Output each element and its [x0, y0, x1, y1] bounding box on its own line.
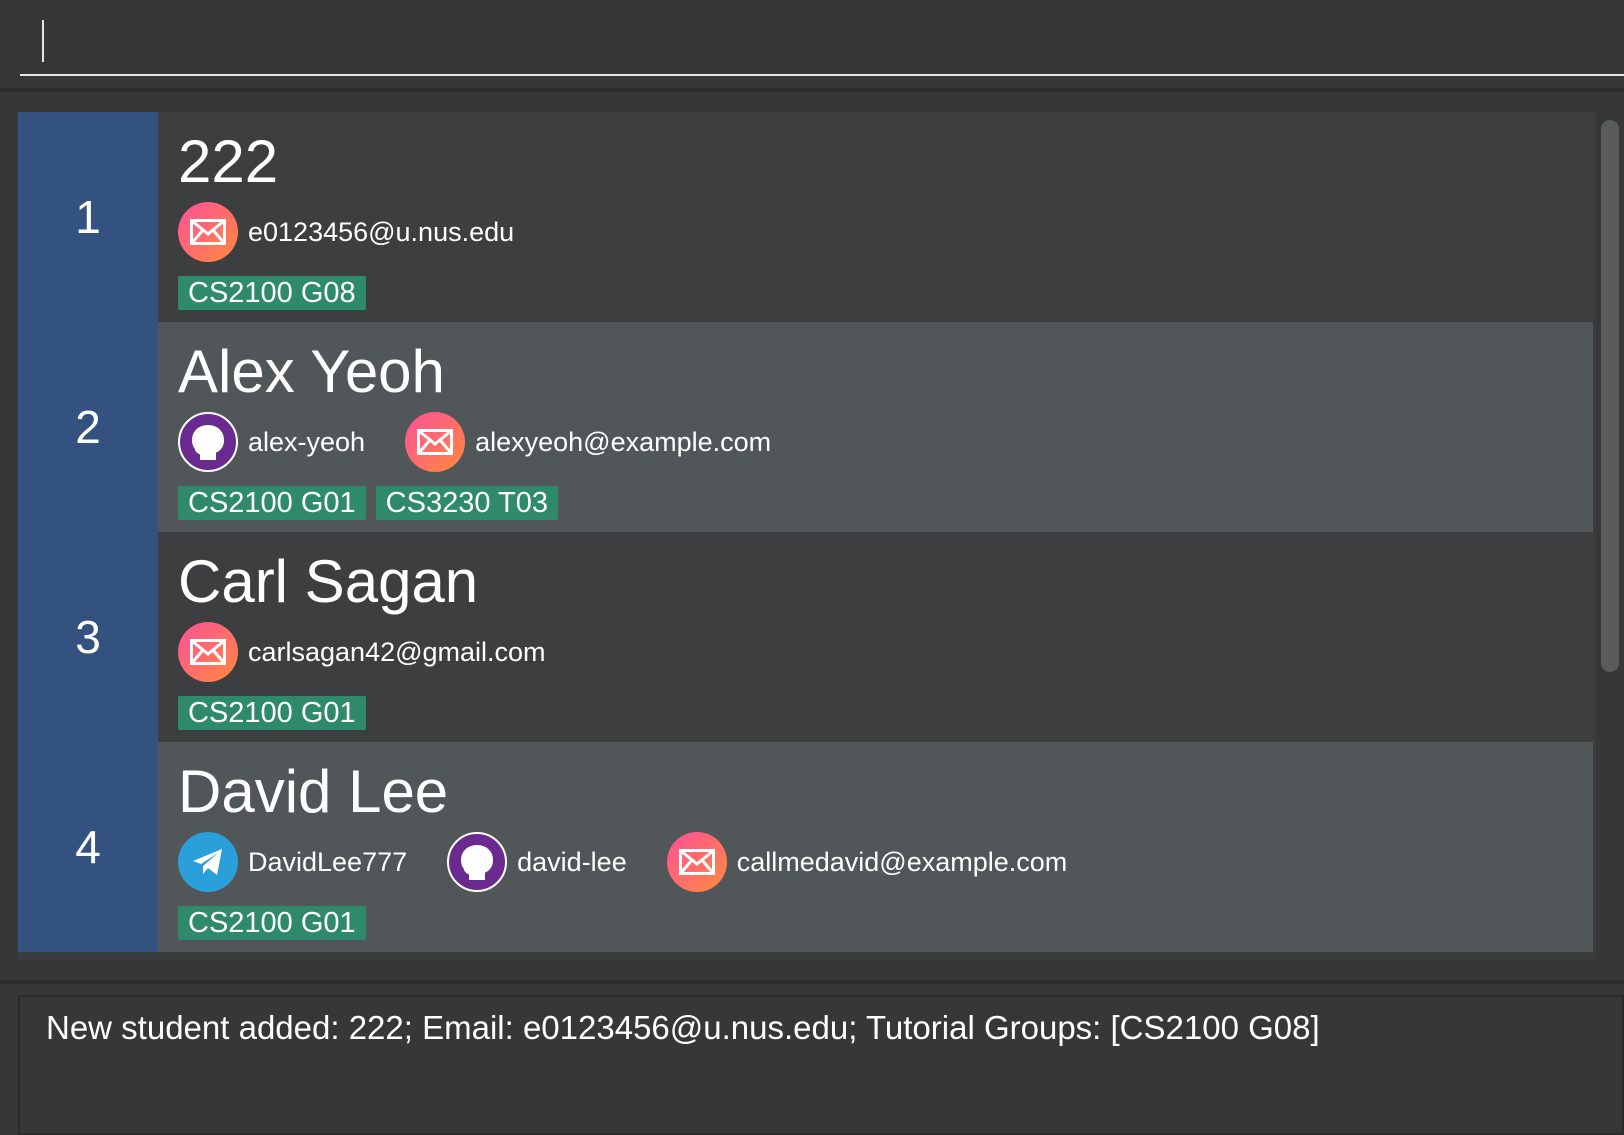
- email-contact[interactable]: e0123456@u.nus.edu: [178, 202, 514, 262]
- tag-row: CS2100 G08: [178, 276, 376, 310]
- telegram-contact[interactable]: DavidLee777: [178, 832, 407, 892]
- email-text: carlsagan42@gmail.com: [248, 636, 546, 667]
- email-text: callmedavid@example.com: [736, 846, 1068, 877]
- card-index: 4: [18, 742, 158, 952]
- tag-row: CS2100 G01 CS3230 T03: [178, 486, 568, 520]
- student-name: David Lee: [178, 758, 449, 825]
- tag-row: CS2100 G01: [178, 906, 376, 940]
- telegram-text: DavidLee777: [248, 846, 408, 877]
- card-body: 222 e0123456@u.nus.edu CS2100 G08: [158, 112, 1593, 322]
- result-display: New student added: 222; Email: e0123456@…: [18, 995, 1624, 1135]
- contact-row: DavidLee777 david-lee callmedavid@exampl…: [178, 832, 1107, 892]
- top-divider: [0, 88, 1624, 92]
- card-index: 3: [18, 532, 158, 742]
- github-icon: [178, 412, 238, 472]
- github-text: david-lee: [517, 846, 627, 877]
- github-icon: [447, 832, 508, 892]
- student-card[interactable]: 1 222 e0123456@u.nus.edu CS2100 G08: [18, 112, 1593, 322]
- tutorial-group-tag: CS2100 G01: [178, 906, 366, 940]
- student-name: Carl Sagan: [178, 548, 479, 615]
- list-scrollbar-thumb[interactable]: [1601, 120, 1619, 672]
- github-text: alex-yeoh: [248, 426, 366, 457]
- tutorial-group-tag: CS2100 G08: [178, 276, 366, 310]
- card-index: 2: [18, 322, 158, 532]
- card-body: Alex Yeoh alex-yeoh alexyeoh@example.com…: [158, 322, 1593, 532]
- tutorial-group-tag: CS2100 G01: [178, 696, 366, 730]
- email-text: e0123456@u.nus.edu: [248, 216, 515, 247]
- text-caret: [42, 20, 44, 62]
- student-name: 222: [178, 128, 279, 195]
- email-icon: [666, 832, 727, 892]
- student-card[interactable]: 3 Carl Sagan carlsagan42@gmail.com CS210…: [18, 532, 1593, 742]
- contact-row: e0123456@u.nus.edu: [178, 202, 554, 262]
- email-icon: [178, 622, 238, 682]
- student-card[interactable]: 2 Alex Yeoh alex-yeoh alexyeoh@example.c…: [18, 322, 1593, 532]
- github-contact[interactable]: alex-yeoh: [178, 412, 365, 472]
- bottom-divider: [0, 980, 1624, 984]
- email-contact[interactable]: alexyeoh@example.com: [405, 412, 771, 472]
- email-icon: [405, 412, 466, 472]
- command-bar: [0, 0, 1624, 90]
- contact-row: alex-yeoh alexyeoh@example.com: [178, 412, 811, 472]
- email-contact[interactable]: callmedavid@example.com: [666, 832, 1068, 892]
- student-name: Alex Yeoh: [178, 338, 445, 405]
- contact-row: carlsagan42@gmail.com: [178, 622, 586, 682]
- email-contact[interactable]: carlsagan42@gmail.com: [178, 622, 546, 682]
- tag-row: CS2100 G01: [178, 696, 376, 730]
- tutorial-group-tag: CS3230 T03: [375, 486, 558, 520]
- card-body: Carl Sagan carlsagan42@gmail.com CS2100 …: [158, 532, 1593, 742]
- card-index: 1: [18, 112, 158, 322]
- card-body: David Lee DavidLee777 david-lee callmeda…: [158, 742, 1593, 952]
- github-contact[interactable]: david-lee: [447, 832, 627, 892]
- telegram-icon: [178, 832, 238, 892]
- command-input[interactable]: [20, 0, 1624, 76]
- email-text: alexyeoh@example.com: [475, 426, 772, 457]
- student-list[interactable]: 1 222 e0123456@u.nus.edu CS2100 G08 2 Al…: [18, 112, 1596, 960]
- email-icon: [178, 202, 238, 262]
- tutorial-group-tag: CS2100 G01: [178, 486, 366, 520]
- student-card[interactable]: 4 David Lee DavidLee777 david-lee callme…: [18, 742, 1593, 952]
- result-message: New student added: 222; Email: e0123456@…: [46, 1009, 1320, 1046]
